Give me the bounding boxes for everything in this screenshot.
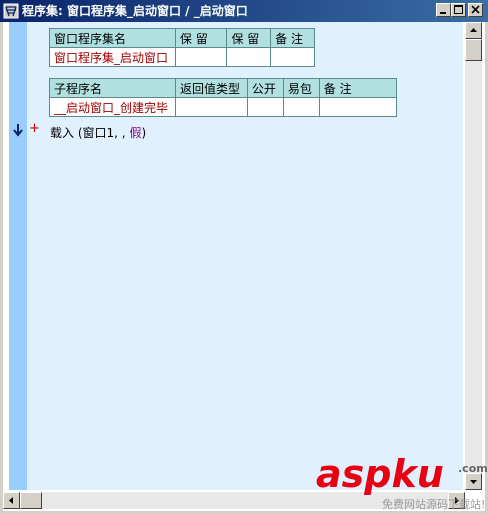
sub-name-header: 子程序名 xyxy=(49,78,176,98)
watermark-text: aspku xyxy=(316,452,444,496)
subroutine-table[interactable]: 子程序名 返回值类型 公开 易包 备 注 __启动窗口_创建完毕 xyxy=(49,78,398,117)
close-button[interactable] xyxy=(468,3,483,17)
title-bar[interactable]: 程序集: 窗口程序集_启动窗口 / _启动窗口 xyxy=(0,0,488,22)
reserved-cell-1[interactable] xyxy=(174,47,228,67)
reserved-header-1: 保 留 xyxy=(174,28,228,48)
sub-name-cell[interactable]: __启动窗口_创建完毕 xyxy=(49,97,176,117)
reserved-cell-2[interactable] xyxy=(226,47,272,67)
argument-false: 假 xyxy=(129,126,142,140)
assembly-table[interactable]: 窗口程序集名 保 留 保 留 备 注 窗口程序集_启动窗口 xyxy=(49,28,315,67)
close-paren: ) xyxy=(141,126,147,140)
return-type-header: 返回值类型 xyxy=(174,78,248,98)
minimize-button[interactable] xyxy=(436,3,451,17)
watermark-subtitle: 免费网站源码下载站! xyxy=(382,498,486,511)
note-header: 备 注 xyxy=(270,28,315,48)
program-icon xyxy=(3,3,19,19)
separator-1: , xyxy=(114,126,122,140)
watermark-dotcom: .com xyxy=(458,462,488,475)
watermark-main: aspku xyxy=(316,454,444,494)
public-header: 公开 xyxy=(246,78,284,98)
public-cell[interactable] xyxy=(246,97,284,117)
argument-window: 窗口1 xyxy=(82,126,115,140)
code-editor-area[interactable]: 窗口程序集名 保 留 保 留 备 注 窗口程序集_启动窗口 子程序名 返回值类型… xyxy=(3,22,485,511)
watermark-logo: aspku .com 免费网站源码下载站! xyxy=(316,454,488,511)
arrow-up-icon xyxy=(470,28,477,32)
scroll-left-button[interactable] xyxy=(3,492,20,509)
vertical-scroll-thumb[interactable] xyxy=(465,39,482,61)
scroll-up-button[interactable] xyxy=(465,22,482,39)
easy-pack-cell[interactable] xyxy=(282,97,320,117)
command-name: 载入 xyxy=(50,126,75,140)
execution-arrow-icon[interactable] xyxy=(13,123,23,137)
horizontal-scroll-thumb[interactable] xyxy=(20,492,42,509)
expand-plus-icon[interactable]: + xyxy=(29,122,40,136)
open-paren: ( xyxy=(74,126,83,140)
sub-note-header: 备 注 xyxy=(318,78,398,98)
note-cell[interactable] xyxy=(270,47,315,67)
return-type-cell[interactable] xyxy=(174,97,248,117)
maximize-button[interactable] xyxy=(451,3,466,17)
code-statement[interactable]: 载入 (窗口1, , 假) xyxy=(50,124,146,141)
easy-pack-header: 易包 xyxy=(282,78,320,98)
vertical-scrollbar[interactable] xyxy=(465,22,482,490)
line-gutter[interactable] xyxy=(9,22,27,490)
window-title: 程序集: 窗口程序集_启动窗口 / _启动窗口 xyxy=(22,4,248,18)
assembly-name-cell[interactable]: 窗口程序集_启动窗口 xyxy=(49,47,176,67)
sub-note-cell[interactable] xyxy=(318,97,398,117)
editor-window: 程序集: 窗口程序集_启动窗口 / _启动窗口 窗口程序集名 保 留 保 留 备… xyxy=(0,0,488,514)
arrow-left-icon xyxy=(9,497,13,504)
reserved-header-2: 保 留 xyxy=(226,28,272,48)
assembly-name-header: 窗口程序集名 xyxy=(49,28,176,48)
